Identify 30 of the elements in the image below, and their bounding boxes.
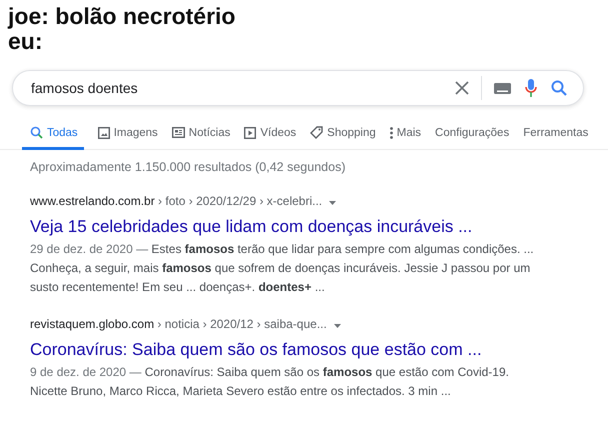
image-icon [98,126,110,138]
tab[interactable]: Todas [22,124,84,150]
caption-text: joe: bolão necrotério [8,4,236,29]
tab[interactable]: Ferramentas [523,124,588,150]
tag-icon [310,126,324,139]
result-url: www.estrelando.com.br › foto › 2020/12/29 › x-celebri... [30,194,322,208]
tab[interactable]: Shopping [310,124,376,150]
result-snippet: 9 de dez. de 2020 — Coronavírus: Saiba quem são os famosos que estão com Covid-19. Nicette Bruno, Marco Ricca, Marieta Severo estão entre os infectados. 3 min ... [30,364,510,400]
result-count: Aproximadamente 1.150.000 resultados (0,42 segundos) [30,160,346,174]
result-snippet: 29 de dez. de 2020 — Estes famosos terão que lidar para sempre com algumas condições. ... Conheça, a seguir, mais famosos que sofrem de doenças incuráveis. Jessie J passou por um susto recentemente! Em seu ... doenças+. doentes+ ... [30,241,535,296]
tab[interactable]: Mais [390,124,422,150]
tab[interactable]: Configurações [435,124,510,150]
result-url: revistaquem.globo.com › noticia › 2020/12 › saiba-que... [30,317,327,331]
play-icon [244,126,256,138]
result-link[interactable]: Coronavírus: Saiba quem são os famosos que estão com ... [30,339,608,361]
keyboard-icon[interactable] [494,82,511,94]
tab[interactable]: Vídeos [244,124,296,150]
caret-icon[interactable] [329,201,336,205]
search-icon [30,126,43,139]
microphone-icon[interactable] [525,79,537,97]
tab[interactable]: Notícias [172,124,230,150]
more-icon [390,126,393,138]
search-icon[interactable] [551,80,567,96]
caret-icon[interactable] [334,324,341,328]
result-link[interactable]: Veja 15 celebridades que lidam com doenças incuráveis ... [30,216,608,238]
caption-text: eu: [8,29,42,54]
newspaper-icon [172,127,185,138]
search-field[interactable]: famosos doentes [12,70,584,106]
tab[interactable]: Imagens [98,124,158,150]
close-icon[interactable] [455,81,469,95]
